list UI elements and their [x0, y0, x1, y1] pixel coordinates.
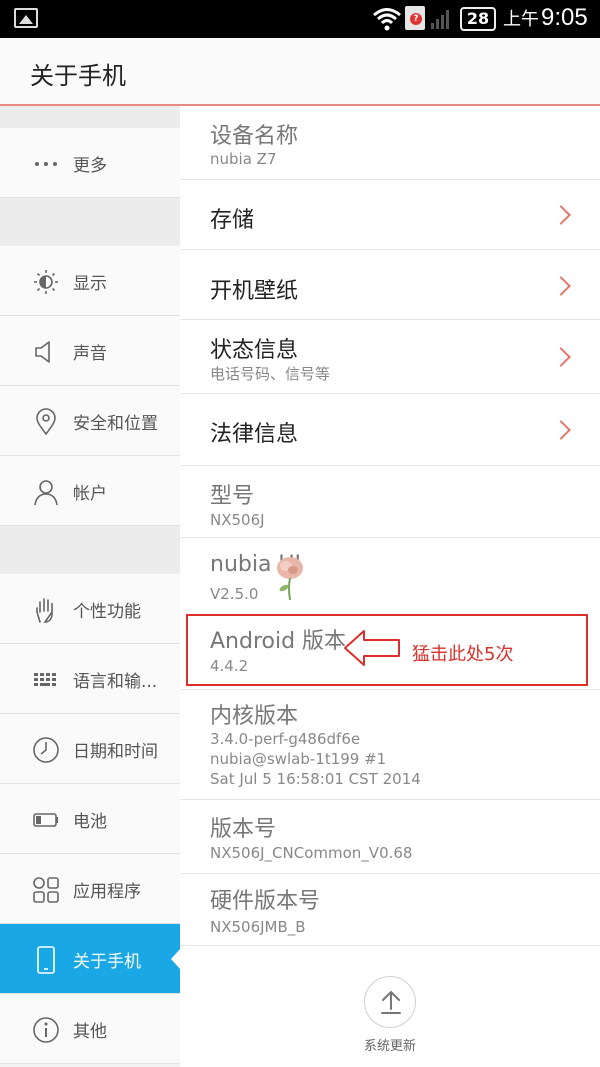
- speaker-icon: [35, 341, 50, 363]
- sidebar-item-label: 日期和时间: [73, 742, 158, 762]
- gallery-icon: [14, 8, 38, 28]
- kernel-version-row: 内核版本 3.4.0-perf-g486df6e nubia@swlab-1t1…: [180, 690, 600, 800]
- sidebar-item-accounts[interactable]: 帐户: [0, 456, 180, 526]
- status-info-row[interactable]: 状态信息 电话号码、信号等: [180, 320, 600, 394]
- sidebar-item-other[interactable]: 其他: [0, 994, 180, 1064]
- sidebar-item-battery[interactable]: 电池: [0, 784, 180, 854]
- model-row: 型号 NX506J: [180, 466, 600, 538]
- legal-info-row[interactable]: 法律信息: [180, 394, 600, 466]
- sidebar-item-applications[interactable]: 应用程序: [0, 854, 180, 924]
- info-icon: [33, 1017, 59, 1043]
- sim-card-icon: ?: [405, 6, 425, 30]
- chevron-right-icon: [551, 205, 571, 225]
- tap-5-times-annotation: 猛击此处5次: [412, 644, 514, 665]
- status-bar: ? 28 上午9:05: [0, 0, 600, 38]
- app-header: 关于手机: [0, 38, 600, 106]
- chevron-right-icon: [551, 276, 571, 296]
- row-value: nubia Z7: [210, 150, 277, 168]
- keyboard-icon: [34, 673, 56, 686]
- sidebar-item-label: 语言和输...: [73, 672, 158, 692]
- row-subtitle: 电话号码、信号等: [210, 365, 331, 383]
- chevron-right-icon: [551, 347, 571, 367]
- chevron-right-icon: [551, 420, 571, 440]
- row-title: 存储: [210, 208, 255, 233]
- row-title: 开机壁纸: [210, 279, 299, 304]
- about-phone-panel: 设备名称 nubia Z7 存储 开机壁纸 状态信息 电话号码、信号等 法律信息…: [180, 106, 600, 1067]
- sidebar-item-more[interactable]: 更多: [0, 128, 180, 198]
- sidebar-item-label: 声音: [73, 344, 107, 364]
- kernel-line-1: 3.4.0-perf-g486df6e: [210, 730, 361, 748]
- boot-wallpaper-row[interactable]: 开机壁纸: [180, 250, 600, 320]
- more-dots-icon: [35, 162, 57, 166]
- row-title: 状态信息: [210, 338, 299, 363]
- upload-arrow-icon: [381, 991, 401, 1014]
- row-value: NX506JMB_B: [210, 918, 306, 936]
- nubia-ui-row: nubia UI V2.5.0: [180, 538, 600, 610]
- storage-row[interactable]: 存储: [180, 180, 600, 250]
- clock-icon: [33, 737, 59, 763]
- sidebar-item-label: 帐户: [73, 484, 107, 504]
- person-icon: [34, 480, 58, 506]
- sidebar-item-label: 关于手机: [73, 952, 141, 972]
- clock-ampm: 上午: [503, 9, 539, 29]
- sim-alert-badge: ?: [410, 13, 422, 25]
- hardware-version-row: 硬件版本号 NX506JMB_B: [180, 874, 600, 946]
- clock-time: 9:05: [541, 4, 588, 31]
- row-title: 设备名称: [210, 124, 299, 149]
- sidebar-item-label: 更多: [73, 156, 107, 176]
- row-title: 内核版本: [210, 704, 299, 729]
- sidebar-item-label: 其他: [73, 1022, 107, 1042]
- row-title: 版本号: [210, 817, 277, 842]
- battery-indicator: 28: [460, 7, 496, 31]
- status-clock: 上午9:05: [503, 4, 588, 32]
- sidebar-item-security-location[interactable]: 安全和位置: [0, 386, 180, 456]
- sidebar-item-label: 应用程序: [73, 882, 141, 902]
- sidebar-item-label: 显示: [73, 274, 107, 294]
- phone-icon: [37, 946, 55, 974]
- sidebar-item-language-input[interactable]: 语言和输...: [0, 644, 180, 714]
- brightness-icon: [34, 270, 58, 294]
- signal-icon: [431, 10, 449, 29]
- system-update-label[interactable]: 系统更新: [352, 1035, 428, 1054]
- wifi-icon: [373, 8, 401, 31]
- sidebar-item-label: 个性功能: [73, 602, 141, 622]
- sidebar-gap: [0, 106, 180, 128]
- row-title: 硬件版本号: [210, 889, 321, 914]
- battery-icon: [33, 813, 58, 827]
- sidebar-gap: [0, 526, 180, 574]
- sidebar-item-label: 电池: [73, 812, 107, 832]
- sidebar-item-label: 安全和位置: [73, 414, 158, 434]
- sidebar-item-date-time[interactable]: 日期和时间: [0, 714, 180, 784]
- hand-icon: [36, 598, 53, 623]
- row-title: 法律信息: [210, 422, 299, 447]
- row-title: 型号: [210, 484, 255, 509]
- sidebar-item-features[interactable]: 个性功能: [0, 574, 180, 644]
- system-update-button[interactable]: [364, 976, 416, 1028]
- row-value: NX506J: [210, 511, 265, 529]
- sidebar-gap: [0, 198, 180, 246]
- row-value: V2.5.0: [210, 585, 259, 603]
- sidebar-item-display[interactable]: 显示: [0, 246, 180, 316]
- location-pin-icon: [36, 408, 56, 436]
- apps-grid-icon: [33, 877, 59, 903]
- page-title: 关于手机: [30, 62, 126, 90]
- sidebar-item-about-phone[interactable]: 关于手机: [0, 924, 181, 994]
- sidebar-item-sound[interactable]: 声音: [0, 316, 180, 386]
- arrow-left-icon: [344, 630, 400, 666]
- kernel-line-2: nubia@swlab-1t199 #1: [210, 750, 387, 768]
- row-value: NX506J_CNCommon_V0.68: [210, 844, 413, 862]
- build-number-row[interactable]: 版本号 NX506J_CNCommon_V0.68: [180, 800, 600, 874]
- settings-sidebar: 更多 显示 声音 安全和位置 帐户 个性功能 语言和输... 日期和时间 电池 …: [0, 106, 181, 1067]
- kernel-line-3: Sat Jul 5 16:58:01 CST 2014: [210, 770, 421, 788]
- device-name-row[interactable]: 设备名称 nubia Z7: [180, 106, 600, 180]
- flower-decoration-icon: [277, 557, 303, 601]
